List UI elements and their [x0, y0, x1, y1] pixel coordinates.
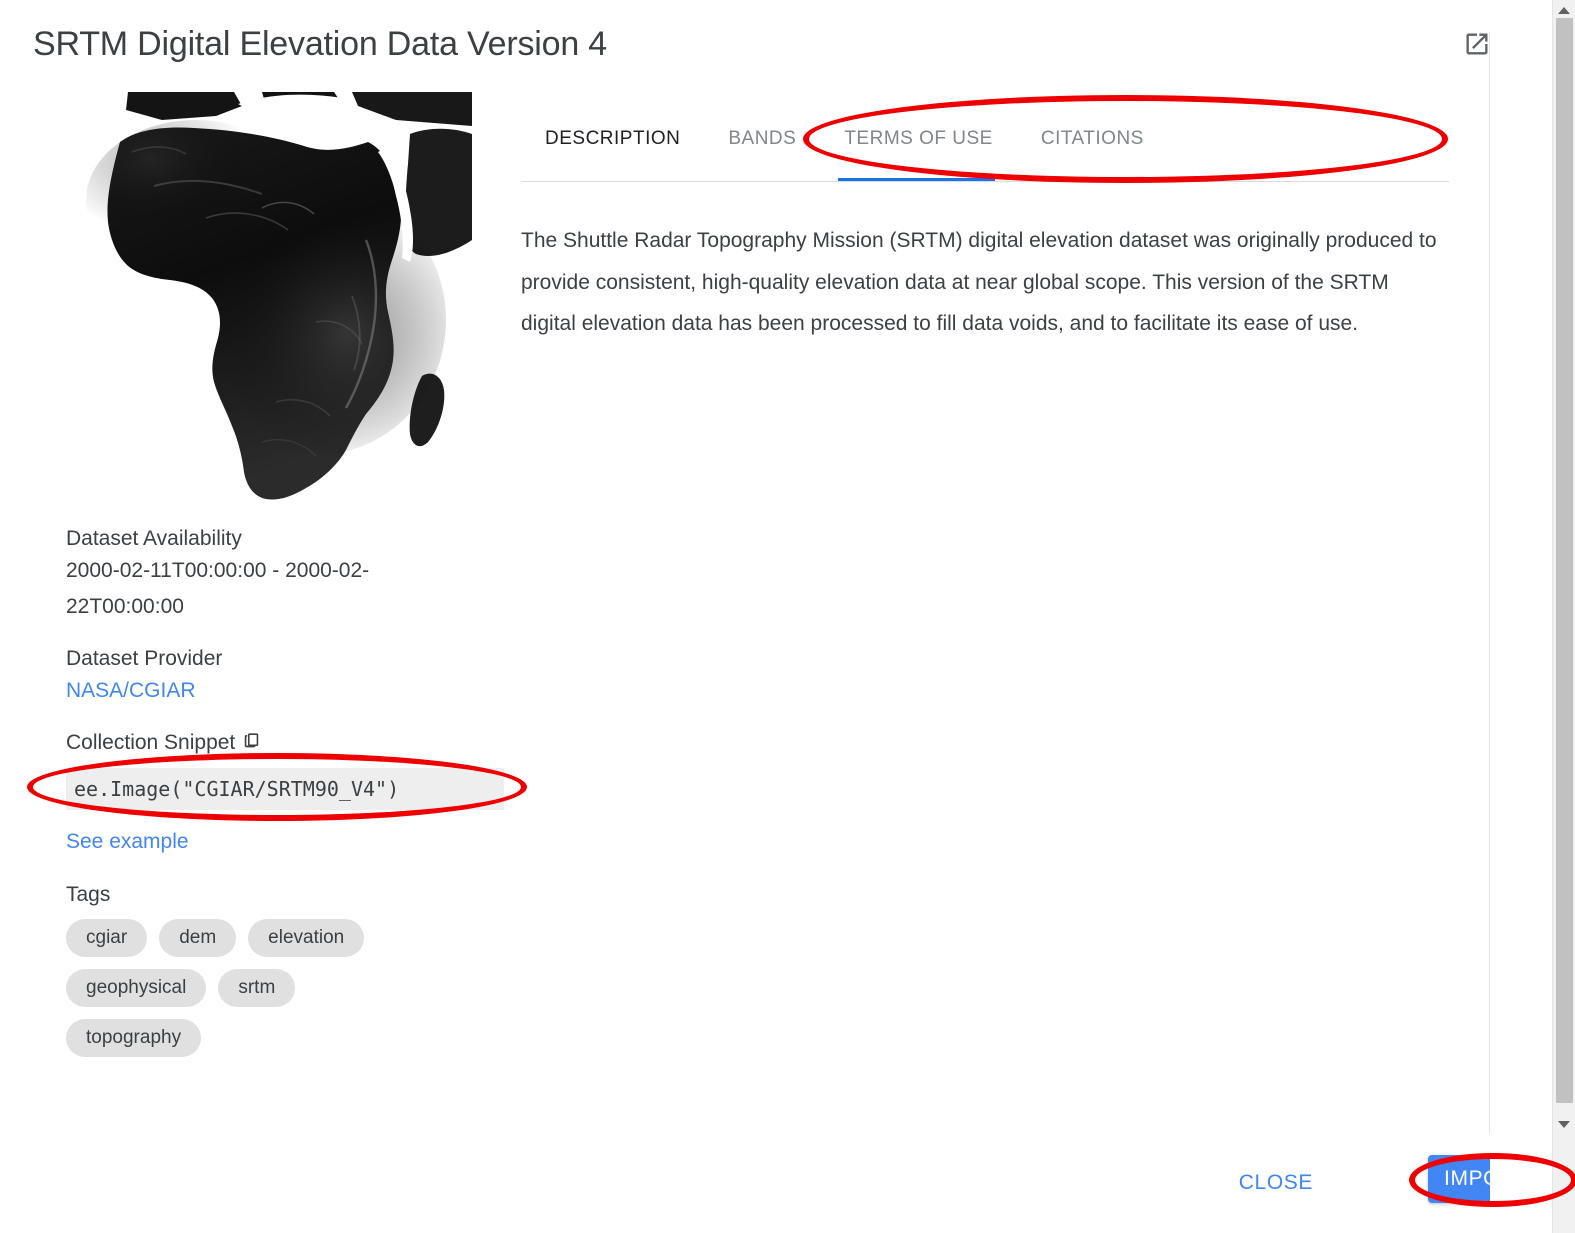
- description-body: The Shuttle Radar Topography Mission (SR…: [521, 229, 1437, 336]
- tag-chip[interactable]: topography: [66, 1019, 202, 1058]
- dem-thumbnail: [66, 90, 472, 505]
- tab-terms-of-use[interactable]: TERMS OF USE: [820, 118, 1017, 150]
- collection-snippet-row: Collection Snippet: [66, 729, 486, 758]
- dataset-availability-value: 2000-02-11T00:00:00 - 2000-02-22T00:00:0…: [66, 559, 370, 619]
- collection-snippet-value[interactable]: ee.Image("CGIAR/SRTM90_V4"): [66, 767, 504, 810]
- scrollbar-thumb[interactable]: [1556, 18, 1573, 1103]
- tab-bands[interactable]: BANDS: [704, 118, 820, 150]
- dataset-dialog: SRTM Digital Elevation Data Version 4 Da…: [0, 0, 1490, 1233]
- tab-bar: DESCRIPTION BANDS TERMS OF USE CITATIONS: [521, 118, 1449, 182]
- dialog-footer: CLOSE IMPORT: [0, 1133, 1490, 1233]
- tags-label: Tags: [66, 883, 111, 907]
- tag-chip[interactable]: dem: [159, 919, 237, 958]
- dataset-provider-label: Dataset Provider: [66, 646, 223, 670]
- tab-citations[interactable]: CITATIONS: [1017, 118, 1168, 150]
- collection-snippet-label: Collection Snippet: [66, 731, 236, 755]
- tag-chip[interactable]: elevation: [248, 919, 365, 958]
- see-example-link[interactable]: See example: [66, 824, 189, 860]
- close-button[interactable]: CLOSE: [1227, 1161, 1325, 1205]
- dialog-scrollbar[interactable]: [1489, 32, 1490, 1134]
- page-title: SRTM Digital Elevation Data Version 4: [33, 25, 608, 63]
- content-copy-icon[interactable]: [243, 729, 265, 758]
- dataset-provider-link[interactable]: NASA/CGIAR: [66, 673, 196, 709]
- tab-bar-divider: [521, 181, 1449, 182]
- tag-chip[interactable]: cgiar: [66, 919, 148, 958]
- tab-description[interactable]: DESCRIPTION: [521, 118, 704, 150]
- page-scrollbar[interactable]: [1552, 0, 1575, 1233]
- tag-chip[interactable]: geophysical: [66, 969, 207, 1008]
- tags-list: cgiar dem elevation geophysical srtm top…: [66, 919, 416, 1058]
- scroll-up-arrow-icon[interactable]: [1558, 7, 1570, 14]
- open-in-new-icon[interactable]: [1463, 30, 1490, 58]
- dataset-detail-panel: DESCRIPTION BANDS TERMS OF USE CITATIONS…: [521, 118, 1449, 345]
- tag-chip[interactable]: srtm: [218, 969, 296, 1008]
- import-button[interactable]: IMPORT: [1428, 1155, 1490, 1203]
- scroll-down-arrow-icon[interactable]: [1558, 1121, 1570, 1128]
- dataset-availability-label: Dataset Availability: [66, 527, 242, 550]
- dataset-metadata-panel: Dataset Availability 2000-02-11T00:00:00…: [66, 90, 504, 1058]
